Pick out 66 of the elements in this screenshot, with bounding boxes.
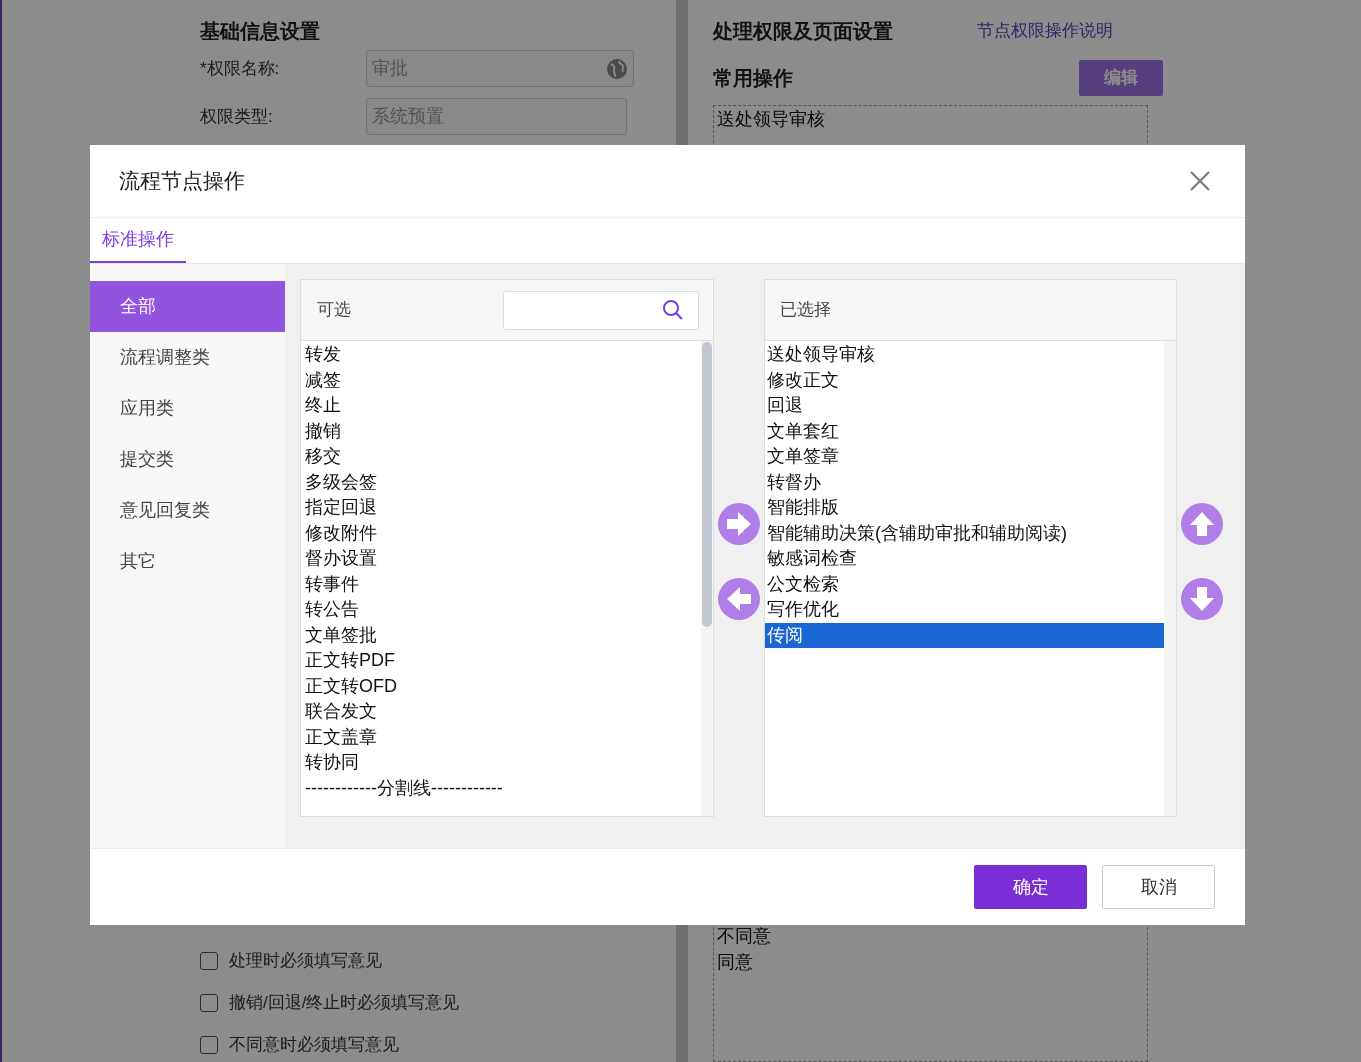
list-item[interactable]: 敏感词检查 [765,546,1164,572]
list-item[interactable]: 正文转OFD [305,673,701,699]
list-item[interactable]: 送处领导审核 [765,342,1164,368]
list-item[interactable]: 不同意 [717,923,1144,949]
list-item[interactable]: 文单签章 [765,444,1164,470]
search-field[interactable] [503,290,699,330]
category-item[interactable]: 提交类 [90,434,285,485]
close-icon[interactable] [1189,170,1211,192]
arrow-left-icon[interactable] [718,578,760,620]
list-item[interactable]: 正文盖章 [305,724,701,750]
list-item[interactable]: 传阅 [765,622,1164,648]
list-item[interactable]: 文单签批 [305,622,701,648]
list-item[interactable]: 送处领导审核 [717,106,1144,132]
list-item[interactable]: 移交 [305,444,701,470]
category-item[interactable]: 应用类 [90,383,285,434]
arrow-down-icon[interactable] [1181,578,1223,620]
confirm-button[interactable]: 确定 [974,865,1087,909]
checkbox[interactable] [200,994,218,1012]
list-item[interactable]: 转事件 [305,571,701,597]
checkbox-label: 处理时必须填写意见 [229,950,382,973]
panel-title: 已选择 [780,299,831,322]
checkbox[interactable] [200,1036,218,1054]
field-label: *权限名称: [200,57,281,80]
list-item[interactable]: 指定回退 [305,495,701,521]
section-title: 常用操作 [713,66,793,91]
list-item[interactable]: 写作优化 [765,597,1164,623]
list-item[interactable]: 转公告 [305,597,701,623]
list-item[interactable]: 督办设置 [305,546,701,572]
help-link[interactable]: 节点权限操作说明 [977,18,1113,44]
scrollbar-thumb[interactable] [702,342,712,627]
search-icon [662,299,684,321]
arrow-up-icon[interactable] [1181,503,1223,545]
list-item[interactable]: 转协同 [305,750,701,776]
list-item[interactable]: 联合发文 [305,699,701,725]
checkbox[interactable] [200,952,218,970]
scrollbar-track[interactable] [1164,341,1176,816]
list-item[interactable]: 终止 [305,393,701,419]
list-item[interactable]: 转督办 [765,469,1164,495]
list-item[interactable]: 智能排版 [765,495,1164,521]
category-item[interactable]: 意见回复类 [90,485,285,536]
arrow-right-icon[interactable] [718,503,760,545]
list-item[interactable]: 正文转PDF [305,648,701,674]
list-item[interactable]: 多级会签 [305,469,701,495]
globe-icon [606,57,628,80]
category-item[interactable]: 流程调整类 [90,332,285,383]
field-label: 权限类型: [200,105,274,128]
section-title: 基础信息设置 [200,19,321,44]
category-item[interactable]: 全部 [90,281,285,332]
list-item[interactable]: 撤销 [305,418,701,444]
cancel-button[interactable]: 取消 [1102,865,1215,909]
list-item[interactable]: 文单套红 [765,418,1164,444]
list-item[interactable]: 同意 [717,949,1144,975]
list-item[interactable]: 智能辅助决策(含辅助审批和辅助阅读) [765,520,1164,546]
list-item[interactable]: 减签 [305,367,701,393]
list-item[interactable]: 修改正文 [765,367,1164,393]
section-title: 处理权限及页面设置 [713,19,893,44]
checkbox-label: 不同意时必须填写意见 [229,1034,399,1057]
list-item[interactable]: ------------分割线------------ [305,775,701,801]
list-item[interactable]: 修改附件 [305,520,701,546]
list-item[interactable]: 回退 [765,393,1164,419]
panel-title: 可选 [317,299,351,322]
category-item[interactable]: 其它 [90,536,285,587]
list-item[interactable]: 转发 [305,342,701,368]
dialog-title: 流程节点操作 [119,168,245,195]
list-item[interactable]: 公文检索 [765,571,1164,597]
checkbox-label: 撤销/回退/终止时必须填写意见 [229,992,460,1015]
